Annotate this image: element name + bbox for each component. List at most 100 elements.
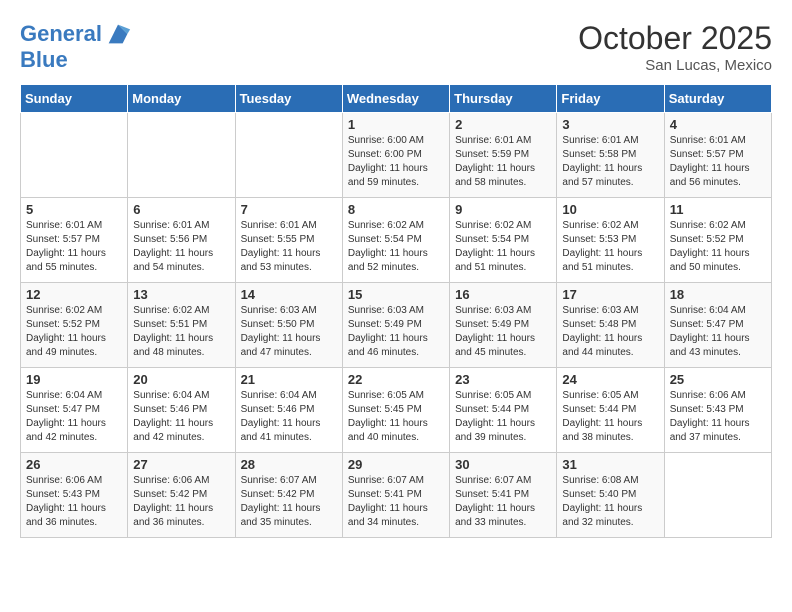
day-number: 4 — [670, 117, 766, 132]
calendar-cell: 31 Sunrise: 6:08 AM Sunset: 5:40 PM Dayli… — [557, 453, 664, 538]
week-row-2: 5 Sunrise: 6:01 AM Sunset: 5:57 PM Daylig… — [21, 198, 772, 283]
logo-text-blue: Blue — [20, 48, 132, 72]
day-number: 8 — [348, 202, 444, 217]
location: San Lucas, Mexico — [578, 57, 772, 74]
week-row-5: 26 Sunrise: 6:06 AM Sunset: 5:43 PM Dayli… — [21, 453, 772, 538]
day-number: 31 — [562, 457, 658, 472]
calendar-cell: 16Sunrise: 6:03 AM Sunset: 5:49 PM Dayli… — [450, 283, 557, 368]
calendar-cell — [128, 113, 235, 198]
calendar-cell: 25 Sunrise: 6:06 AM Sunset: 5:43 PM Dayli… — [664, 368, 771, 453]
day-number: 10 — [562, 202, 658, 217]
calendar-cell: 5 Sunrise: 6:01 AM Sunset: 5:57 PM Daylig… — [21, 198, 128, 283]
calendar-cell: 30Sunrise: 6:07 AM Sunset: 5:41 PM Dayli… — [450, 453, 557, 538]
calendar-cell — [21, 113, 128, 198]
week-row-3: 12Sunrise: 6:02 AM Sunset: 5:52 PM Dayli… — [21, 283, 772, 368]
day-info: Sunrise: 6:03 AM Sunset: 5:48 PM Dayligh… — [562, 304, 658, 360]
day-info: Sunrise: 6:02 AM Sunset: 5:52 PM Dayligh… — [670, 219, 766, 275]
day-number: 21 — [241, 372, 337, 387]
day-number: 17 — [562, 287, 658, 302]
day-info: Sunrise: 6:01 AM Sunset: 5:55 PM Dayligh… — [241, 219, 337, 275]
day-number: 29 — [348, 457, 444, 472]
day-number: 18 — [670, 287, 766, 302]
day-info: Sunrise: 6:00 AM Sunset: 6:00 PM Dayligh… — [348, 134, 444, 190]
calendar-cell: 12Sunrise: 6:02 AM Sunset: 5:52 PM Dayli… — [21, 283, 128, 368]
day-header-friday: Friday — [557, 85, 664, 113]
calendar-table: SundayMondayTuesdayWednesdayThursdayFrid… — [20, 84, 772, 538]
day-info: Sunrise: 6:02 AM Sunset: 5:53 PM Dayligh… — [562, 219, 658, 275]
calendar-cell: 11Sunrise: 6:02 AM Sunset: 5:52 PM Dayli… — [664, 198, 771, 283]
day-info: Sunrise: 6:05 AM Sunset: 5:45 PM Dayligh… — [348, 389, 444, 445]
calendar-cell: 9 Sunrise: 6:02 AM Sunset: 5:54 PM Daylig… — [450, 198, 557, 283]
calendar-cell: 7 Sunrise: 6:01 AM Sunset: 5:55 PM Daylig… — [235, 198, 342, 283]
day-info: Sunrise: 6:07 AM Sunset: 5:42 PM Dayligh… — [241, 474, 337, 530]
page-header: General Blue October 2025 San Lucas, Mex… — [20, 20, 772, 74]
calendar-cell — [664, 453, 771, 538]
day-number: 19 — [26, 372, 122, 387]
day-number: 16 — [455, 287, 551, 302]
day-number: 7 — [241, 202, 337, 217]
calendar-cell — [235, 113, 342, 198]
day-number: 5 — [26, 202, 122, 217]
day-header-monday: Monday — [128, 85, 235, 113]
calendar-cell: 4 Sunrise: 6:01 AM Sunset: 5:57 PM Daylig… — [664, 113, 771, 198]
day-info: Sunrise: 6:02 AM Sunset: 5:51 PM Dayligh… — [133, 304, 229, 360]
day-info: Sunrise: 6:02 AM Sunset: 5:54 PM Dayligh… — [455, 219, 551, 275]
day-number: 2 — [455, 117, 551, 132]
day-header-saturday: Saturday — [664, 85, 771, 113]
day-headers-row: SundayMondayTuesdayWednesdayThursdayFrid… — [21, 85, 772, 113]
day-header-sunday: Sunday — [21, 85, 128, 113]
day-number: 12 — [26, 287, 122, 302]
calendar-cell: 8 Sunrise: 6:02 AM Sunset: 5:54 PM Daylig… — [342, 198, 449, 283]
day-info: Sunrise: 6:06 AM Sunset: 5:43 PM Dayligh… — [26, 474, 122, 530]
day-info: Sunrise: 6:01 AM Sunset: 5:56 PM Dayligh… — [133, 219, 229, 275]
day-info: Sunrise: 6:04 AM Sunset: 5:46 PM Dayligh… — [241, 389, 337, 445]
day-header-thursday: Thursday — [450, 85, 557, 113]
calendar-cell: 1 Sunrise: 6:00 AM Sunset: 6:00 PM Daylig… — [342, 113, 449, 198]
day-info: Sunrise: 6:01 AM Sunset: 5:57 PM Dayligh… — [26, 219, 122, 275]
day-number: 20 — [133, 372, 229, 387]
day-info: Sunrise: 6:04 AM Sunset: 5:47 PM Dayligh… — [26, 389, 122, 445]
calendar-cell: 22 Sunrise: 6:05 AM Sunset: 5:45 PM Dayli… — [342, 368, 449, 453]
logo-text: General — [20, 22, 102, 46]
day-info: Sunrise: 6:01 AM Sunset: 5:58 PM Dayligh… — [562, 134, 658, 190]
day-info: Sunrise: 6:05 AM Sunset: 5:44 PM Dayligh… — [455, 389, 551, 445]
calendar-cell: 17 Sunrise: 6:03 AM Sunset: 5:48 PM Dayli… — [557, 283, 664, 368]
calendar-cell: 19 Sunrise: 6:04 AM Sunset: 5:47 PM Dayli… — [21, 368, 128, 453]
day-number: 9 — [455, 202, 551, 217]
calendar-cell: 24Sunrise: 6:05 AM Sunset: 5:44 PM Dayli… — [557, 368, 664, 453]
day-number: 15 — [348, 287, 444, 302]
day-number: 6 — [133, 202, 229, 217]
calendar-cell: 13Sunrise: 6:02 AM Sunset: 5:51 PM Dayli… — [128, 283, 235, 368]
day-number: 28 — [241, 457, 337, 472]
day-number: 26 — [26, 457, 122, 472]
day-info: Sunrise: 6:03 AM Sunset: 5:49 PM Dayligh… — [348, 304, 444, 360]
day-info: Sunrise: 6:06 AM Sunset: 5:43 PM Dayligh… — [670, 389, 766, 445]
calendar-cell: 21 Sunrise: 6:04 AM Sunset: 5:46 PM Dayli… — [235, 368, 342, 453]
week-row-4: 19 Sunrise: 6:04 AM Sunset: 5:47 PM Dayli… — [21, 368, 772, 453]
calendar-cell: 27 Sunrise: 6:06 AM Sunset: 5:42 PM Dayli… — [128, 453, 235, 538]
day-info: Sunrise: 6:03 AM Sunset: 5:50 PM Dayligh… — [241, 304, 337, 360]
day-info: Sunrise: 6:01 AM Sunset: 5:57 PM Dayligh… — [670, 134, 766, 190]
calendar-cell: 29 Sunrise: 6:07 AM Sunset: 5:41 PM Dayli… — [342, 453, 449, 538]
day-header-tuesday: Tuesday — [235, 85, 342, 113]
day-number: 3 — [562, 117, 658, 132]
day-number: 1 — [348, 117, 444, 132]
day-info: Sunrise: 6:02 AM Sunset: 5:54 PM Dayligh… — [348, 219, 444, 275]
day-info: Sunrise: 6:07 AM Sunset: 5:41 PM Dayligh… — [348, 474, 444, 530]
day-number: 22 — [348, 372, 444, 387]
calendar-cell: 28 Sunrise: 6:07 AM Sunset: 5:42 PM Dayli… — [235, 453, 342, 538]
calendar-cell: 18 Sunrise: 6:04 AM Sunset: 5:47 PM Dayli… — [664, 283, 771, 368]
day-info: Sunrise: 6:04 AM Sunset: 5:46 PM Dayligh… — [133, 389, 229, 445]
logo-icon — [104, 20, 132, 48]
calendar-cell: 6 Sunrise: 6:01 AM Sunset: 5:56 PM Daylig… — [128, 198, 235, 283]
day-number: 25 — [670, 372, 766, 387]
day-info: Sunrise: 6:06 AM Sunset: 5:42 PM Dayligh… — [133, 474, 229, 530]
calendar-cell: 23Sunrise: 6:05 AM Sunset: 5:44 PM Dayli… — [450, 368, 557, 453]
calendar-cell: 20 Sunrise: 6:04 AM Sunset: 5:46 PM Dayli… — [128, 368, 235, 453]
day-number: 27 — [133, 457, 229, 472]
calendar-cell: 3 Sunrise: 6:01 AM Sunset: 5:58 PM Daylig… — [557, 113, 664, 198]
day-info: Sunrise: 6:01 AM Sunset: 5:59 PM Dayligh… — [455, 134, 551, 190]
calendar-cell: 2 Sunrise: 6:01 AM Sunset: 5:59 PM Daylig… — [450, 113, 557, 198]
day-info: Sunrise: 6:08 AM Sunset: 5:40 PM Dayligh… — [562, 474, 658, 530]
day-info: Sunrise: 6:04 AM Sunset: 5:47 PM Dayligh… — [670, 304, 766, 360]
